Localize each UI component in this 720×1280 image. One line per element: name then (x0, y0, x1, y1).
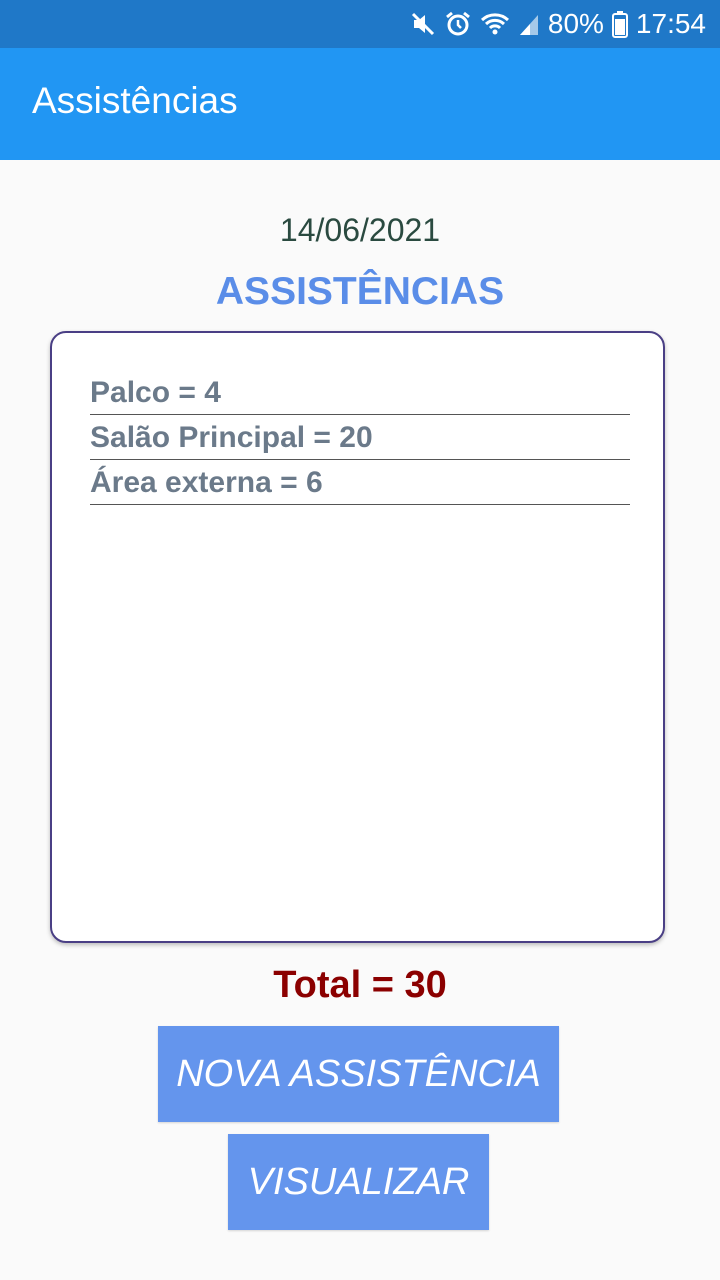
battery-icon (611, 10, 628, 38)
wifi-icon (480, 11, 510, 37)
date-label: 14/06/2021 (279, 212, 441, 248)
alarm-icon (444, 10, 472, 38)
status-icons: 80% 17:54 (410, 0, 706, 48)
app-title: Assistências (32, 80, 238, 121)
app-bar: Assistências (0, 48, 720, 160)
list-item[interactable]: Salão Principal = 20 (90, 416, 630, 460)
screen: 80% 17:54 Assistências 14/06/2021 ASSIST… (0, 0, 720, 1280)
list-item[interactable]: Palco = 4 (90, 371, 630, 415)
signal-icon (518, 11, 540, 37)
page-heading: ASSISTÊNCIAS (215, 270, 505, 313)
mute-icon (410, 11, 436, 37)
battery-percent: 80% (547, 8, 604, 39)
total-label: Total = 30 (273, 964, 447, 1006)
new-attendance-button[interactable]: NOVA ASSISTÊNCIA (158, 1026, 559, 1122)
status-bar: 80% 17:54 (0, 0, 720, 48)
view-button[interactable]: VISUALIZAR (228, 1134, 489, 1230)
clock: 17:54 (635, 8, 706, 39)
list-item[interactable]: Área externa = 6 (90, 461, 630, 505)
attendance-list: Palco = 4 Salão Principal = 20 Área exte… (90, 371, 630, 506)
attendance-list-card: Palco = 4 Salão Principal = 20 Área exte… (50, 331, 665, 943)
